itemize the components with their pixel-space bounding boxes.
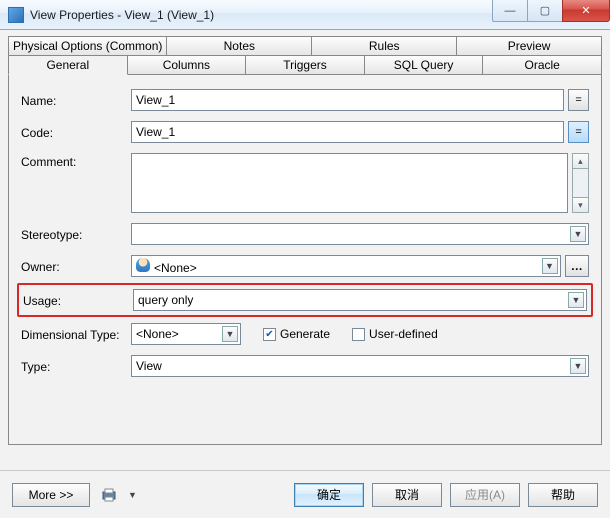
code-equals-button[interactable]: = (568, 121, 589, 143)
stereotype-dropdown[interactable]: ▼ (131, 223, 589, 245)
dimtype-dropdown[interactable]: <None> ▼ (131, 323, 241, 345)
user-icon (136, 258, 150, 272)
print-split-chevron[interactable]: ▼ (128, 490, 140, 500)
type-dropdown[interactable]: View ▼ (131, 355, 589, 377)
comment-scrollbar[interactable]: ▴ ▾ (572, 153, 589, 213)
name-label: Name: (21, 92, 131, 108)
userdef-label: User-defined (369, 327, 438, 341)
owner-dropdown[interactable]: <None> ▼ (131, 255, 561, 277)
owner-browse-button[interactable]: … (565, 255, 589, 277)
scroll-down-icon[interactable]: ▾ (572, 197, 589, 213)
owner-label: Owner: (21, 258, 131, 274)
owner-value: <None> (154, 261, 197, 275)
tab-columns[interactable]: Columns (128, 56, 247, 75)
usage-highlight: Usage: query only ▼ (17, 283, 593, 317)
type-value: View (136, 359, 162, 373)
dimtype-value: <None> (136, 327, 179, 341)
usage-dropdown[interactable]: query only ▼ (133, 289, 587, 311)
stereotype-label: Stereotype: (21, 226, 131, 242)
generate-label: Generate (280, 327, 330, 341)
comment-label: Comment: (21, 153, 131, 169)
usage-label: Usage: (23, 292, 133, 308)
tab-oracle[interactable]: Oracle (483, 56, 602, 75)
help-button[interactable]: 帮助 (528, 483, 598, 507)
type-label: Type: (21, 358, 131, 374)
name-equals-button[interactable]: = (568, 89, 589, 111)
ok-button[interactable]: 确定 (294, 483, 364, 507)
window-title: View Properties - View_1 (View_1) (30, 8, 214, 22)
tab-general[interactable]: General (8, 56, 128, 75)
code-label: Code: (21, 124, 131, 140)
close-button[interactable]: ✕ (562, 0, 610, 22)
chevron-down-icon: ▼ (542, 258, 558, 274)
apply-button[interactable]: 应用(A) (450, 483, 520, 507)
comment-textarea[interactable] (131, 153, 568, 213)
usage-value: query only (138, 293, 193, 307)
tab-physical-options[interactable]: Physical Options (Common) (8, 36, 167, 56)
chevron-down-icon: ▼ (222, 326, 238, 342)
maximize-button[interactable]: ▢ (527, 0, 563, 22)
generate-checkbox[interactable]: ✔ (263, 328, 276, 341)
tab-preview[interactable]: Preview (457, 36, 602, 56)
more-button[interactable]: More >> (12, 483, 90, 507)
chevron-down-icon: ▼ (568, 292, 584, 308)
tab-rules[interactable]: Rules (312, 36, 457, 56)
tab-sql-query[interactable]: SQL Query (365, 56, 484, 75)
minimize-button[interactable]: — (492, 0, 528, 22)
code-input[interactable] (131, 121, 564, 143)
chevron-down-icon: ▼ (570, 226, 586, 242)
tab-notes[interactable]: Notes (167, 36, 312, 56)
scroll-up-icon[interactable]: ▴ (572, 153, 589, 169)
print-icon[interactable] (98, 484, 120, 506)
userdef-checkbox[interactable] (352, 328, 365, 341)
dimtype-label: Dimensional Type: (21, 326, 131, 342)
tab-triggers[interactable]: Triggers (246, 56, 365, 75)
name-input[interactable] (131, 89, 564, 111)
chevron-down-icon: ▼ (570, 358, 586, 374)
app-icon (8, 7, 24, 23)
cancel-button[interactable]: 取消 (372, 483, 442, 507)
